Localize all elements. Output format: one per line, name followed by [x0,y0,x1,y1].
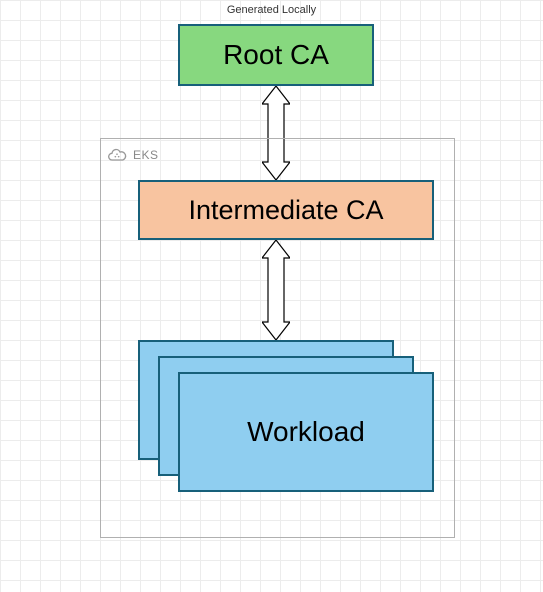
diagram-subtitle: Generated Locally [0,4,543,16]
intermediate-ca-label: Intermediate CA [188,195,383,226]
intermediate-ca-node: Intermediate CA [138,180,434,240]
eks-label: EKS [133,148,159,162]
root-ca-node: Root CA [178,24,374,86]
diagram-canvas: Generated Locally Root CA EKS Intermedia… [0,0,543,592]
root-ca-label: Root CA [223,39,329,71]
workload-label: Workload [247,416,365,448]
workload-stack: Workload [138,340,434,490]
workload-node-front: Workload [178,372,434,492]
eks-header: EKS [107,145,159,165]
arrow-intermediate-to-workload [262,240,290,340]
cloud-icon [107,145,127,165]
